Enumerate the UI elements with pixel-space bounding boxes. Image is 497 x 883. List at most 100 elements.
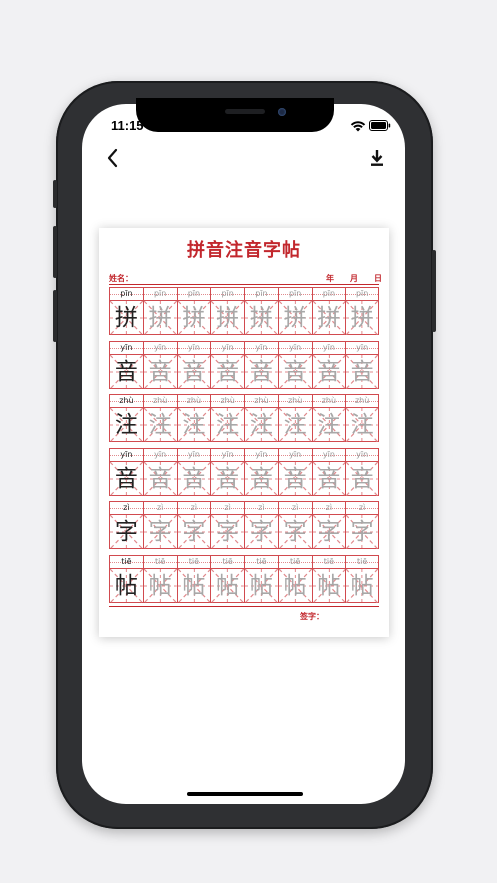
pinyin-text: pīn — [255, 289, 268, 298]
trace-cell: zì 字 — [345, 501, 379, 549]
pinyin-box: pīn — [245, 288, 278, 301]
pinyin-box: yīn — [245, 342, 278, 355]
tianzige-box: 注 — [110, 408, 143, 442]
pinyin-box: yīn — [211, 449, 244, 462]
wifi-icon — [350, 121, 366, 132]
tianzige-box: 注 — [279, 408, 312, 442]
trace-character: 音 — [148, 358, 172, 385]
footer-rule — [109, 606, 379, 607]
tianzige-box: 音 — [211, 462, 244, 496]
pinyin-box: yīn — [278, 342, 312, 355]
pinyin-box: zì — [312, 502, 346, 515]
tianzige-box: 字 — [279, 515, 312, 549]
tianzige-box: 音 — [144, 462, 177, 496]
model-cell: tiē 帖 — [109, 554, 143, 603]
pinyin-box: pīn — [278, 288, 312, 301]
trace-character: 注 — [182, 412, 206, 438]
trace-character: 注 — [216, 412, 240, 438]
model-character: 注 — [114, 412, 138, 438]
status-time: 11:15 — [111, 118, 144, 133]
worksheet-preview[interactable]: 拼音注音字帖 姓名： 年 月 日 pīn 拼 pīn 拼 pīn 拼 pīn 拼 pīn 拼 pīn… — [99, 228, 389, 637]
trace-character: 帖 — [182, 572, 206, 599]
tianzige-box: 音 — [245, 462, 278, 496]
pinyin-text: yīn — [221, 449, 234, 459]
pinyin-text: zhù — [354, 396, 370, 405]
tianzige-box: 音 — [110, 355, 143, 389]
pinyin-text: pīn — [355, 289, 369, 298]
trace-cell: tiē 帖 — [311, 554, 346, 603]
battery-icon — [369, 120, 391, 131]
pinyin-box: tiē — [346, 556, 378, 569]
pinyin-text: yīn — [187, 449, 200, 459]
download-button[interactable] — [366, 147, 388, 169]
pinyin-text: yīn — [289, 342, 302, 352]
pinyin-text: zì — [156, 503, 164, 512]
model-cell: yīn 音 — [109, 340, 143, 389]
front-camera — [278, 108, 286, 116]
pinyin-box: pīn — [110, 288, 143, 301]
pinyin-text: yīn — [154, 449, 167, 459]
back-button[interactable] — [103, 145, 123, 171]
tianzige-box: 注 — [245, 408, 278, 442]
tianzige-box: 拼 — [279, 301, 312, 335]
worksheet-title: 拼音注音字帖 — [187, 240, 301, 261]
pinyin-box: yīn — [177, 449, 211, 462]
tianzige-box: 音 — [178, 462, 211, 496]
pinyin-text: zhù — [287, 396, 303, 405]
trace-character: 字 — [249, 519, 273, 545]
trace-character: 音 — [317, 465, 341, 492]
pinyin-box: tiē — [177, 556, 211, 569]
pinyin-text: tiē — [188, 556, 200, 566]
trace-character: 拼 — [283, 305, 307, 331]
trace-cell: yīn 音 — [311, 340, 346, 389]
pinyin-box: zì — [211, 502, 244, 515]
trace-character: 帖 — [283, 572, 307, 599]
tianzige-box: 音 — [211, 355, 244, 389]
practice-row: pīn 拼 pīn 拼 pīn 拼 pīn 拼 pīn 拼 pīn 拼 pīn 拼 pīn 拼 — [109, 287, 379, 335]
trace-character: 字 — [283, 519, 307, 545]
pinyin-text: zhù — [254, 396, 269, 405]
pinyin-text: tiē — [154, 556, 166, 566]
tianzige-box: 音 — [346, 355, 378, 389]
tianzige-box: 拼 — [346, 301, 378, 335]
pinyin-box: pīn — [346, 288, 378, 301]
pinyin-box: yīn — [312, 342, 346, 355]
tianzige-box: 帖 — [110, 569, 143, 603]
tianzige-box: 音 — [178, 355, 211, 389]
model-cell: pīn 拼 — [109, 287, 143, 335]
trace-character: 注 — [350, 412, 374, 438]
tianzige-box: 音 — [279, 462, 312, 496]
pinyin-text: zì — [190, 503, 198, 512]
trace-character: 音 — [216, 465, 240, 492]
name-label: 姓名： — [109, 274, 133, 283]
silent-switch — [53, 180, 57, 208]
pinyin-box: yīn — [346, 342, 378, 355]
pinyin-box: zì — [177, 502, 211, 515]
trace-character: 帖 — [350, 572, 374, 599]
tianzige-box: 字 — [313, 515, 346, 549]
trace-character: 拼 — [148, 305, 172, 331]
tianzige-box: 注 — [313, 408, 346, 442]
model-cell: yīn 音 — [109, 447, 143, 496]
model-character: 音 — [114, 358, 138, 385]
pinyin-text: zì — [224, 503, 231, 512]
pinyin-box: pīn — [177, 288, 211, 301]
trace-cell: zhù 注 — [311, 394, 346, 442]
tianzige-box: 音 — [245, 355, 278, 389]
status-icons — [350, 119, 391, 133]
model-character: 音 — [114, 465, 138, 492]
pinyin-text: zhù — [152, 396, 168, 405]
practice-row: yīn 音 yīn 音 yīn 音 yīn 音 yīn 音 yīn 音 yīn 音 yīn 音 — [109, 340, 379, 389]
tianzige-box: 注 — [346, 408, 378, 442]
trace-character: 字 — [216, 519, 240, 545]
home-indicator[interactable] — [187, 792, 303, 796]
pinyin-text: tiē — [356, 556, 368, 566]
pinyin-text: yīn — [154, 342, 167, 352]
pinyin-box: zì — [143, 502, 177, 515]
pinyin-text: pīn — [187, 289, 201, 298]
trace-character: 音 — [317, 358, 341, 385]
pinyin-text: tiē — [256, 556, 267, 566]
trace-cell: tiē 帖 — [142, 554, 177, 603]
tianzige-box: 字 — [245, 515, 278, 549]
trace-cell: pīn 拼 — [210, 287, 244, 335]
